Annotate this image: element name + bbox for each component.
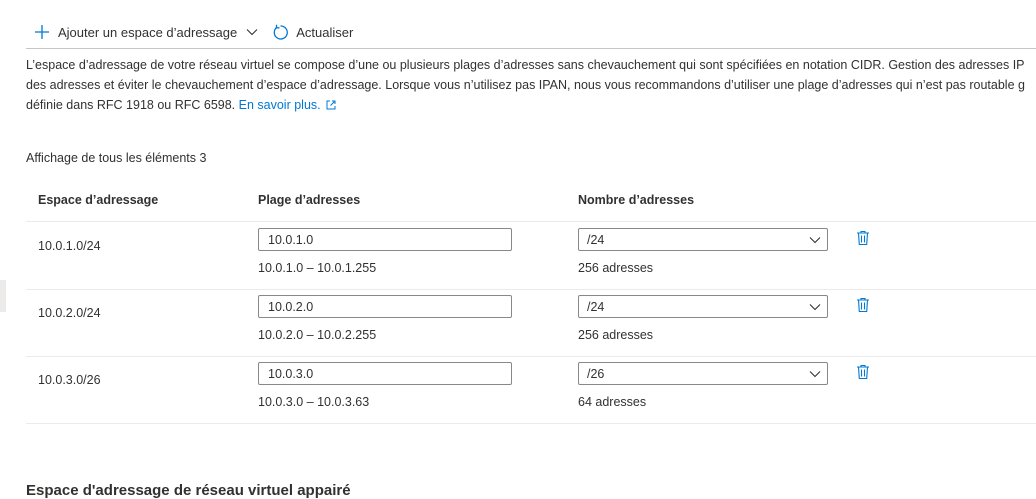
header-address-space: Espace d’adressage — [38, 193, 159, 207]
address-space-cell: 10.0.3.0/26 — [38, 373, 101, 387]
address-range-text: 10.0.1.0 – 10.0.1.255 — [258, 261, 377, 275]
prefix-dropdown[interactable]: /24 — [578, 228, 828, 251]
command-bar: Ajouter un espace d’adressage Actualiser — [26, 16, 1036, 48]
learn-more-link[interactable]: En savoir plus. — [239, 98, 336, 112]
add-address-space-button[interactable]: Ajouter un espace d’adressage — [26, 18, 258, 46]
prefix-value: /26 — [587, 366, 605, 381]
prefix-dropdown[interactable]: /24 — [578, 295, 828, 318]
trash-icon[interactable] — [856, 364, 870, 380]
address-range-input[interactable] — [258, 295, 512, 318]
trash-icon[interactable] — [856, 297, 870, 313]
description-line-3: définie dans RFC 1918 ou RFC 6598. En sa… — [26, 95, 1036, 116]
prefix-value: /24 — [587, 232, 605, 247]
item-count: Affichage de tous les éléments 3 — [26, 151, 207, 165]
header-address-range: Plage d’adresses — [258, 193, 361, 207]
description-text: L’espace d’adressage de votre réseau vir… — [26, 55, 1036, 116]
refresh-icon — [272, 24, 289, 41]
chevron-down-icon — [809, 234, 821, 246]
toolbar-divider — [26, 48, 1036, 49]
external-link-icon — [326, 96, 336, 116]
add-address-space-label: Ajouter un espace d’adressage — [58, 24, 238, 40]
address-range-input[interactable] — [258, 362, 512, 385]
table-row: 10.0.1.0/24 10.0.1.0 – 10.0.1.255 /24 25… — [26, 222, 1036, 290]
address-count: 256 adresses — [578, 261, 654, 275]
chevron-down-icon — [809, 368, 821, 380]
table-row: 10.0.3.0/26 10.0.3.0 – 10.0.3.63 /26 64 … — [26, 356, 1036, 424]
table-row: 10.0.2.0/24 10.0.2.0 – 10.0.2.255 /24 25… — [26, 289, 1036, 357]
address-space-cell: 10.0.1.0/24 — [38, 239, 101, 253]
address-range-text: 10.0.2.0 – 10.0.2.255 — [258, 328, 377, 342]
learn-more-label: En savoir plus. — [238, 98, 321, 112]
refresh-label: Actualiser — [296, 24, 354, 40]
trash-icon[interactable] — [856, 230, 870, 246]
address-count: 256 adresses — [578, 328, 654, 342]
address-range-input[interactable] — [258, 228, 512, 251]
chevron-down-icon[interactable] — [246, 26, 258, 38]
chevron-down-icon — [809, 301, 821, 313]
plus-icon — [34, 24, 50, 40]
panel-edge — [0, 280, 6, 312]
description-line-1: L’espace d’adressage de votre réseau vir… — [26, 58, 1025, 72]
peered-address-space-title: Espace d'adressage de réseau virtuel app… — [26, 482, 351, 499]
prefix-dropdown[interactable]: /26 — [578, 362, 828, 385]
address-space-cell: 10.0.2.0/24 — [38, 306, 101, 320]
description-line-2: des adresses et éviter le chevauchement … — [26, 78, 1025, 92]
refresh-button[interactable]: Actualiser — [272, 18, 353, 46]
address-count: 64 adresses — [578, 395, 647, 409]
table-header: Espace d’adressage Plage d’adresses Nomb… — [26, 183, 1036, 222]
prefix-value: /24 — [587, 299, 605, 314]
header-address-count: Nombre d’adresses — [578, 193, 695, 207]
address-range-text: 10.0.3.0 – 10.0.3.63 — [258, 395, 370, 409]
description-line-3-text: définie dans RFC 1918 ou RFC 6598. — [26, 98, 236, 112]
